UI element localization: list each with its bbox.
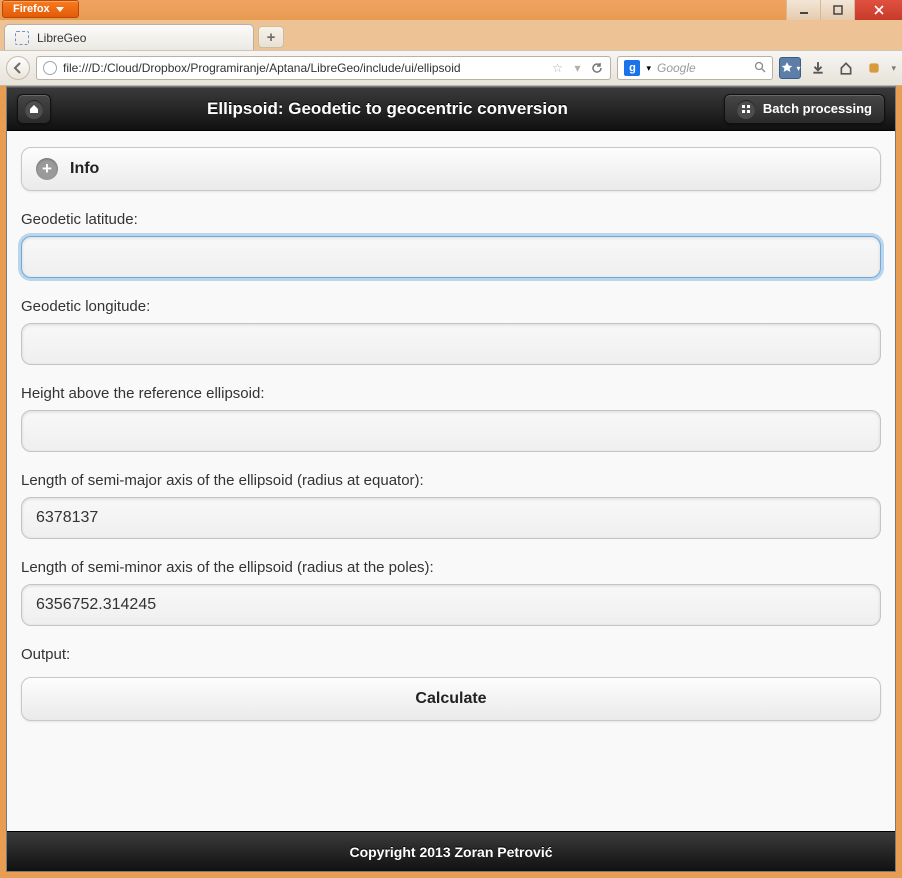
favorite-star-icon[interactable]: ☆ xyxy=(550,61,564,75)
semi-minor-label: Length of semi-minor axis of the ellipso… xyxy=(21,559,881,576)
new-tab-button[interactable]: + xyxy=(258,26,284,48)
bookmark-star-icon xyxy=(780,61,794,75)
window-maximize-button[interactable] xyxy=(820,0,854,20)
downloads-button[interactable] xyxy=(807,57,829,79)
window-close-button[interactable] xyxy=(854,0,902,20)
reload-button[interactable] xyxy=(590,61,604,75)
bookmarks-button[interactable]: ▾ xyxy=(779,57,801,79)
latitude-label: Geodetic latitude: xyxy=(21,211,881,228)
tab-title: LibreGeo xyxy=(37,31,86,45)
content-area: + Info Geodetic latitude: Geodetic longi… xyxy=(7,131,895,831)
calculate-button[interactable]: Calculate xyxy=(21,677,881,721)
minimize-icon xyxy=(799,5,809,15)
maximize-icon xyxy=(833,5,843,15)
favicon-icon xyxy=(15,31,29,45)
addon-button[interactable] xyxy=(863,57,885,79)
puzzle-icon xyxy=(867,61,881,75)
search-box[interactable]: g ▾ Google xyxy=(617,56,773,80)
arrow-left-icon xyxy=(12,62,24,74)
google-icon: g xyxy=(624,60,640,76)
semi-major-input[interactable] xyxy=(21,497,881,539)
close-icon xyxy=(874,5,884,15)
chevron-down-icon xyxy=(56,7,64,12)
batch-processing-button[interactable]: Batch processing xyxy=(724,94,885,124)
search-icon[interactable] xyxy=(754,61,766,76)
footer-text: Copyright 2013 Zoran Petrović xyxy=(349,844,552,860)
toolbar-overflow-icon[interactable]: ▾ xyxy=(891,63,896,74)
reload-icon xyxy=(591,62,603,74)
info-collapsible[interactable]: + Info xyxy=(21,147,881,191)
home-nav-button[interactable] xyxy=(17,94,51,124)
firefox-menu-button[interactable]: Firefox xyxy=(2,0,79,18)
app-header: Ellipsoid: Geodetic to geocentric conver… xyxy=(7,87,895,131)
batch-processing-label: Batch processing xyxy=(763,101,872,116)
chevron-down-icon: ▾ xyxy=(796,64,800,73)
url-text: file:///D:/Cloud/Dropbox/Programiranje/A… xyxy=(63,61,544,75)
url-bar[interactable]: file:///D:/Cloud/Dropbox/Programiranje/A… xyxy=(36,56,611,80)
home-icon xyxy=(25,100,43,118)
calculate-label: Calculate xyxy=(415,690,486,707)
semi-major-label: Length of semi-major axis of the ellipso… xyxy=(21,472,881,489)
height-label: Height above the reference ellipsoid: xyxy=(21,385,881,402)
latitude-input[interactable] xyxy=(21,236,881,278)
semi-minor-input[interactable] xyxy=(21,584,881,626)
output-label: Output: xyxy=(21,646,881,663)
height-input[interactable] xyxy=(21,410,881,452)
tab-strip: LibreGeo + xyxy=(0,20,902,50)
window-minimize-button[interactable] xyxy=(786,0,820,20)
navigation-toolbar: file:///D:/Cloud/Dropbox/Programiranje/A… xyxy=(0,50,902,86)
home-icon xyxy=(839,61,853,75)
firefox-menu-label: Firefox xyxy=(13,3,50,15)
page: Ellipsoid: Geodetic to geocentric conver… xyxy=(6,86,896,872)
browser-tab[interactable]: LibreGeo xyxy=(4,24,254,50)
home-button[interactable] xyxy=(835,57,857,79)
search-placeholder: Google xyxy=(657,61,748,75)
grid-icon xyxy=(737,100,755,118)
viewport: Ellipsoid: Geodetic to geocentric conver… xyxy=(0,86,902,878)
dropdown-history-icon[interactable]: ▾ xyxy=(570,61,584,75)
info-label: Info xyxy=(70,160,99,178)
search-dropdown-icon[interactable]: ▾ xyxy=(646,63,651,74)
download-icon xyxy=(811,61,825,75)
back-button[interactable] xyxy=(6,56,30,80)
longitude-label: Geodetic longitude: xyxy=(21,298,881,315)
window-titlebar: Firefox xyxy=(0,0,902,20)
globe-icon xyxy=(43,61,57,75)
app-footer: Copyright 2013 Zoran Petrović xyxy=(7,831,895,871)
longitude-input[interactable] xyxy=(21,323,881,365)
plus-icon: + xyxy=(36,158,58,180)
page-title: Ellipsoid: Geodetic to geocentric conver… xyxy=(51,99,724,119)
